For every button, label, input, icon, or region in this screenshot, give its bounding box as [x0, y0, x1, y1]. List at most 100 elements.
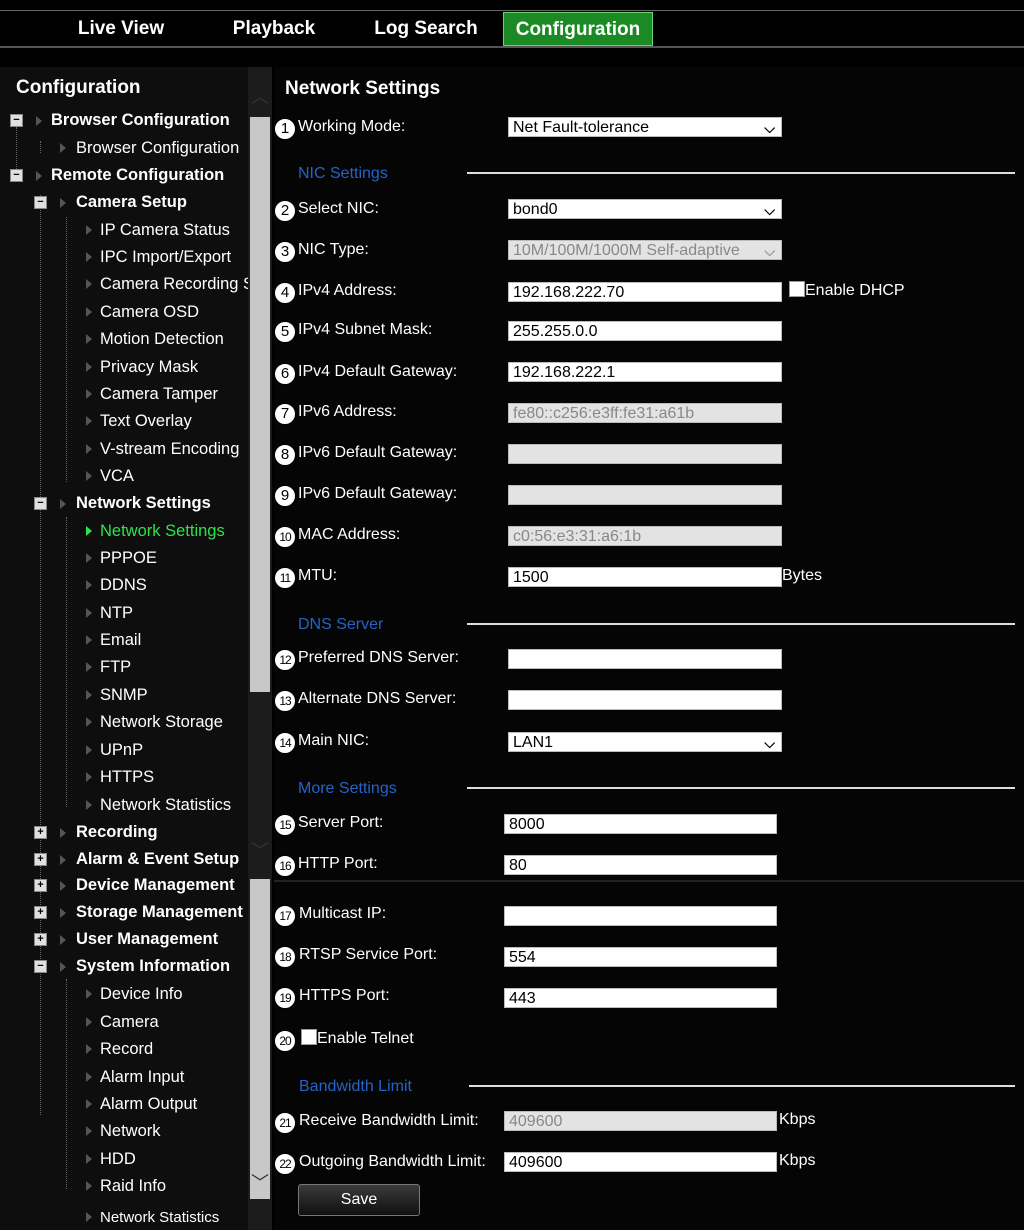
tree-camera-recording[interactable]: Camera Recording S: [100, 275, 248, 294]
scroll-down-icon[interactable]: ﹀: [250, 1169, 270, 1197]
collapse-icon[interactable]: −: [10, 114, 23, 127]
tree-browser-configuration[interactable]: Browser Configuration: [51, 111, 230, 130]
tree-text-overlay[interactable]: Text Overlay: [100, 412, 192, 431]
preferred-dns-input[interactable]: [508, 649, 782, 669]
tree-line: [40, 195, 41, 1115]
tree-camera[interactable]: Camera: [100, 1013, 159, 1032]
tree-alarm-input[interactable]: Alarm Input: [100, 1068, 184, 1087]
tree-device-management[interactable]: Device Management: [76, 876, 235, 895]
tree-ntp[interactable]: NTP: [100, 604, 133, 623]
working-mode-select[interactable]: Net Fault-tolerance ⌵: [508, 117, 782, 137]
collapse-icon[interactable]: −: [34, 497, 47, 510]
tree-alarm-event-setup[interactable]: Alarm & Event Setup: [76, 850, 239, 869]
tree-storage-management[interactable]: Storage Management: [76, 903, 243, 922]
arrow-icon: [86, 745, 92, 755]
arrow-icon: [86, 1212, 92, 1222]
scroll-down-icon[interactable]: ﹀: [250, 837, 270, 865]
main-nic-select[interactable]: LAN1 ⌵: [508, 732, 782, 752]
enable-dhcp-checkbox[interactable]: [789, 281, 805, 297]
https-port-input[interactable]: 443: [504, 988, 777, 1008]
tree-snmp[interactable]: SNMP: [100, 686, 148, 705]
tree-network-settings[interactable]: Network Settings: [76, 494, 211, 513]
expand-icon[interactable]: +: [34, 853, 47, 866]
expand-icon[interactable]: +: [34, 933, 47, 946]
tree-alarm-output[interactable]: Alarm Output: [100, 1095, 197, 1114]
tree-device-info[interactable]: Device Info: [100, 985, 183, 1004]
save-button[interactable]: Save: [298, 1184, 420, 1216]
tree-network-statistics[interactable]: Network Statistics: [100, 796, 231, 815]
arrow-icon: [86, 416, 92, 426]
sidebar-scrollbar[interactable]: ︿ ﹀ ﹀: [248, 67, 272, 1230]
tree-recording[interactable]: Recording: [76, 823, 158, 842]
tree-remote-configuration[interactable]: Remote Configuration: [51, 166, 224, 185]
expand-icon[interactable]: +: [34, 879, 47, 892]
collapse-icon[interactable]: −: [34, 960, 47, 973]
chevron-down-icon: ⌵: [764, 120, 775, 136]
row-number-badge: 17: [274, 905, 296, 927]
ipv6-default-gateway-label-2: IPv6 Default Gateway:: [298, 485, 458, 502]
rtsp-service-port-input[interactable]: 554: [504, 947, 777, 967]
tree-browser-configuration-child[interactable]: Browser Configuration: [76, 139, 239, 158]
enable-telnet-checkbox[interactable]: [301, 1029, 317, 1045]
tree-email[interactable]: Email: [100, 631, 141, 650]
tree-pppoe[interactable]: PPPOE: [100, 549, 157, 568]
http-port-label: HTTP Port:: [298, 855, 378, 872]
tree-ip-camera-status[interactable]: IP Camera Status: [100, 221, 230, 240]
tree-camera-osd[interactable]: Camera OSD: [100, 303, 199, 322]
tree-https[interactable]: HTTPS: [100, 768, 154, 787]
collapse-icon[interactable]: −: [34, 196, 47, 209]
mtu-input[interactable]: 1500: [508, 567, 782, 587]
ipv6-default-gateway-input-2: [508, 485, 782, 505]
ipv4-subnet-mask-input[interactable]: 255.255.0.0: [508, 321, 782, 341]
ipv4-address-input[interactable]: 192.168.222.70: [508, 282, 782, 302]
tree-ddns[interactable]: DDNS: [100, 576, 147, 595]
tree-network-storage[interactable]: Network Storage: [100, 713, 223, 732]
tree-raid-info[interactable]: Raid Info: [100, 1177, 166, 1196]
tree-vca[interactable]: VCA: [100, 467, 134, 486]
tree-ftp[interactable]: FTP: [100, 658, 131, 677]
ipv4-default-gateway-input[interactable]: 192.168.222.1: [508, 362, 782, 382]
arrow-icon: [36, 171, 42, 181]
multicast-ip-input[interactable]: [504, 906, 777, 926]
tree-privacy-mask[interactable]: Privacy Mask: [100, 358, 198, 377]
tree-motion-detection[interactable]: Motion Detection: [100, 330, 224, 349]
tab-log-search[interactable]: Log Search: [362, 12, 490, 46]
collapse-icon[interactable]: −: [10, 169, 23, 182]
ipv4-default-gateway-label: IPv4 Default Gateway:: [298, 363, 458, 380]
section-heading-dns: DNS Server: [298, 616, 384, 633]
tree-camera-tamper[interactable]: Camera Tamper: [100, 385, 218, 404]
tree-upnp[interactable]: UPnP: [100, 741, 143, 760]
arrow-icon: [86, 580, 92, 590]
tree-v-stream-encoding[interactable]: V-stream Encoding: [100, 440, 239, 459]
arrow-icon: [86, 1072, 92, 1082]
tree-network[interactable]: Network: [100, 1122, 161, 1141]
row-number-badge: 5: [274, 321, 296, 343]
http-port-input[interactable]: 80: [504, 855, 777, 875]
outgoing-bandwidth-unit: Kbps: [779, 1152, 816, 1169]
enable-telnet-label: Enable Telnet: [317, 1030, 414, 1047]
expand-icon[interactable]: +: [34, 906, 47, 919]
tree-hdd[interactable]: HDD: [100, 1150, 136, 1169]
scrollbar-thumb[interactable]: [250, 117, 270, 692]
tree-system-information[interactable]: System Information: [76, 957, 230, 976]
tab-configuration[interactable]: Configuration: [503, 12, 653, 46]
tab-live-view[interactable]: Live View: [60, 12, 182, 46]
tree-record[interactable]: Record: [100, 1040, 153, 1059]
tree-network-statistics-2[interactable]: Network Statistics: [100, 1209, 219, 1226]
expand-icon[interactable]: +: [34, 826, 47, 839]
ipv6-default-gateway-input: [508, 444, 782, 464]
tab-playback[interactable]: Playback: [212, 12, 336, 46]
select-nic-select[interactable]: bond0 ⌵: [508, 199, 782, 219]
outgoing-bandwidth-input[interactable]: 409600: [504, 1152, 777, 1172]
main-panel: Network Settings 1 Working Mode: Net Fau…: [274, 67, 1024, 1230]
tree-ipc-import-export[interactable]: IPC Import/Export: [100, 248, 231, 267]
server-port-input[interactable]: 8000: [504, 814, 777, 834]
scrollbar-track[interactable]: [250, 879, 270, 1199]
nic-type-select: 10M/100M/1000M Self-adaptive ⌵: [508, 240, 782, 260]
tree-camera-setup[interactable]: Camera Setup: [76, 193, 187, 212]
scroll-up-icon[interactable]: ︿: [250, 83, 270, 111]
alternate-dns-input[interactable]: [508, 690, 782, 710]
tree-user-management[interactable]: User Management: [76, 930, 218, 949]
divider: [0, 46, 1024, 48]
tree-network-settings-selected[interactable]: Network Settings: [100, 522, 225, 541]
